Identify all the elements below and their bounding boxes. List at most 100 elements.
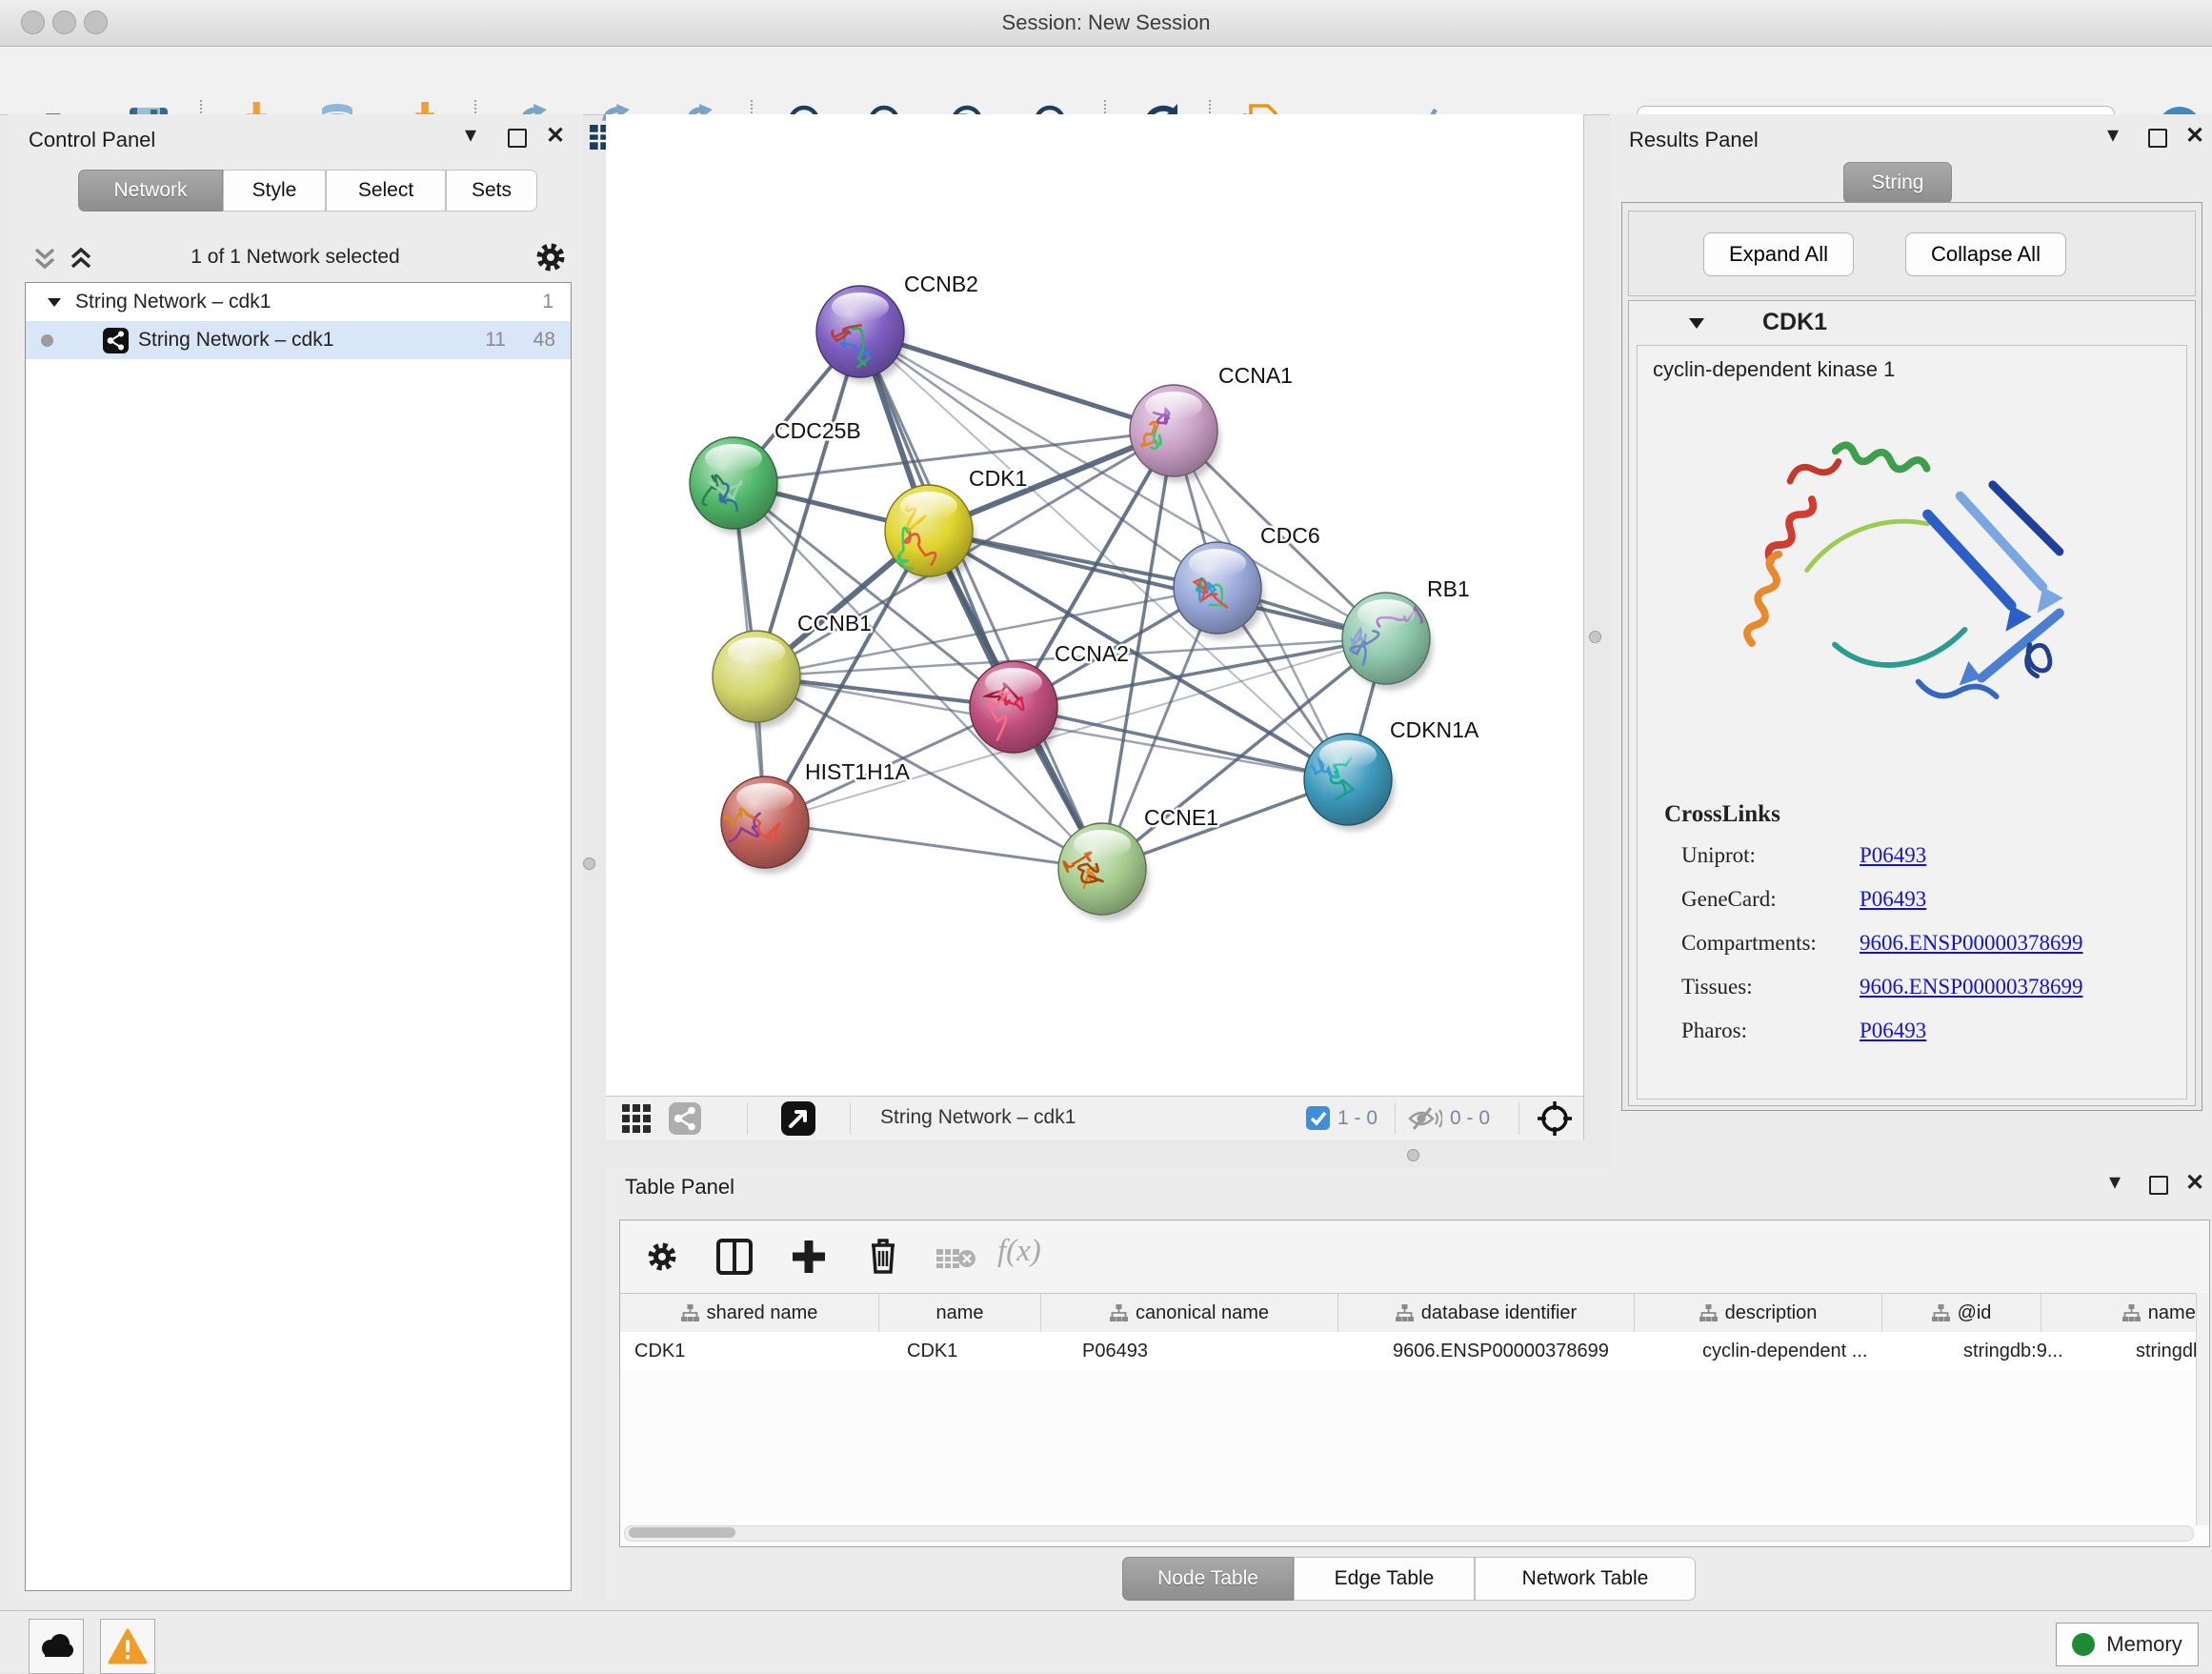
create-column-icon[interactable] [790, 1238, 828, 1276]
close-panel-icon[interactable]: ✕ [2185, 1174, 2204, 1193]
crosslinks-list: Uniprot:P06493GeneCard:P06493Compartment… [1655, 843, 2169, 1062]
node-label-CCNA1: CCNA1 [1218, 363, 1293, 388]
selected-node-edge-counts: 1 - 0 [1337, 1107, 1377, 1130]
collapse-all-button[interactable]: Collapse All [1905, 232, 2066, 276]
results-buttons-box: Expand All Collapse All [1628, 211, 2196, 296]
warning-icon [108, 1628, 148, 1664]
memory-label: Memory [2106, 1632, 2182, 1657]
node-label-CCNB2: CCNB2 [904, 272, 978, 296]
collapse-triangle-icon[interactable] [47, 295, 62, 309]
float-panel-icon[interactable] [508, 129, 527, 148]
crosslink-label: Compartments: [1681, 931, 1817, 956]
crosslink-link[interactable]: P06493 [1860, 843, 1926, 868]
control-panel: Control Panel ▾ ✕ NetworkStyleSelectSets… [8, 114, 583, 1601]
tab-network-table[interactable]: Network Table [1475, 1557, 1696, 1601]
table-tabs: Node TableEdge TableNetwork Table [606, 1557, 2212, 1601]
tab-string[interactable]: String [1843, 162, 1952, 204]
table-panel: Table Panel ▾ ✕ [606, 1167, 2212, 1601]
float-panel-icon[interactable] [2149, 1176, 2168, 1195]
table-panel-title: Table Panel [625, 1175, 734, 1200]
gene-description: cyclin-dependent kinase 1 [1653, 357, 1895, 382]
node-label-HIST1H1A: HIST1H1A [805, 759, 911, 784]
tab-style[interactable]: Style [223, 170, 326, 212]
network-canvas[interactable]: CCNB2CCNA1CDC25BCDK1CDC6RB1CCNB1CCNA2CDK… [606, 114, 1583, 1096]
crosslink-row: Compartments: 9606.ENSP00000378699 [1655, 931, 2169, 975]
close-panel-icon[interactable]: ✕ [2185, 127, 2204, 146]
tab-network[interactable]: Network [78, 170, 223, 212]
tab-select[interactable]: Select [326, 170, 446, 212]
network-edge-CCNB2-CCNE1[interactable] [860, 332, 1102, 869]
cloud-button[interactable] [29, 1619, 84, 1674]
network-row-selected[interactable]: String Network – cdk1 11 48 [26, 321, 571, 359]
network-view-toolbar: String Network – cdk1 1 - 0 0 - 0 [606, 1096, 1583, 1140]
window-title: Session: New Session [0, 10, 2212, 35]
right-splitter-handle[interactable] [1589, 631, 1601, 643]
left-splitter-handle[interactable] [583, 857, 595, 870]
table-gear-icon[interactable] [645, 1240, 679, 1274]
table-cell-description: cyclin-dependent ... [1688, 1332, 1949, 1370]
gene-section: CDK1 cyclin-dependent kinase 1 [1628, 300, 2196, 1106]
hidden-node-edge-counts: 0 - 0 [1450, 1107, 1490, 1130]
warnings-button[interactable] [100, 1619, 155, 1674]
network-node-CCNA1[interactable] [1130, 385, 1220, 482]
network-edge-HIST1H1A-CCNE1[interactable] [765, 822, 1102, 869]
network-label: String Network – cdk1 [138, 329, 462, 352]
string-network-icon [103, 328, 129, 353]
network-node-CDKN1A[interactable] [1304, 734, 1395, 831]
column-header-description[interactable]: description [1635, 1294, 1882, 1332]
crosslink-link[interactable]: 9606.ENSP00000378699 [1860, 931, 2083, 956]
horizontal-scrollbar-thumb[interactable] [629, 1527, 735, 1538]
network-node-CDC6[interactable] [1174, 542, 1264, 639]
network-node-CDK1[interactable] [885, 485, 975, 582]
network-node-CDC25B[interactable] [690, 437, 780, 534]
delete-column-icon[interactable] [864, 1236, 902, 1276]
grid-view-icon[interactable] [621, 1103, 654, 1134]
crosslink-link[interactable]: P06493 [1860, 1019, 1926, 1043]
memory-status-dot [2072, 1633, 2095, 1656]
selected-checkbox-icon[interactable] [1306, 1106, 1330, 1130]
column-header-label: name [935, 1302, 983, 1324]
tab-edge-table[interactable]: Edge Table [1294, 1557, 1475, 1601]
network-thumbnail-icon[interactable] [669, 1102, 701, 1135]
memory-button[interactable]: Memory [2056, 1623, 2199, 1666]
horizontal-splitter-handle[interactable] [1407, 1149, 1419, 1161]
show-columns-icon[interactable] [715, 1238, 754, 1276]
column-header-@id[interactable]: @id [1882, 1294, 2041, 1332]
network-node-CCNE1[interactable] [1058, 823, 1149, 920]
expand-all-button[interactable]: Expand All [1703, 232, 1854, 276]
column-header-canonical-name[interactable]: canonical name [1041, 1294, 1338, 1332]
crosshair-icon[interactable] [1536, 1099, 1574, 1138]
crosslink-link[interactable]: P06493 [1860, 887, 1926, 912]
close-panel-icon[interactable]: ✕ [546, 127, 565, 146]
section-collapse-triangle-icon[interactable] [1688, 316, 1705, 331]
float-panel-icon[interactable] [2148, 129, 2167, 148]
column-header-name[interactable]: name [879, 1294, 1041, 1332]
network-edge-CCNB2-RB1[interactable] [860, 332, 1386, 638]
column-header-namespace[interactable]: namespace [2041, 1294, 2210, 1332]
network-node-HIST1H1A[interactable] [721, 776, 812, 874]
column-tree-icon [1396, 1304, 1414, 1321]
network-tree: String Network – cdk1 1 String Network –… [25, 282, 572, 1591]
crosslink-link[interactable]: 9606.ENSP00000378699 [1860, 975, 2083, 999]
birds-eye-view-icon[interactable] [781, 1101, 815, 1136]
gear-icon[interactable] [533, 240, 568, 274]
network-node-RB1[interactable] [1342, 593, 1433, 690]
network-status-dot [41, 334, 53, 347]
network-edge-CCNB2-CCNA1[interactable] [860, 332, 1174, 431]
table-row[interactable]: CDK1CDK1P064939606.ENSP00000378699cyclin… [620, 1332, 2210, 1370]
vertical-scrollbar[interactable] [2196, 1293, 2209, 1525]
column-header-shared-name[interactable]: shared name [620, 1294, 879, 1332]
horizontal-scrollbar [624, 1525, 2194, 1542]
network-edge-CCNA2-CDKN1A[interactable] [1014, 707, 1348, 779]
panel-menu-icon[interactable]: ▾ [465, 126, 476, 145]
control-panel-title: Control Panel [29, 128, 155, 152]
column-header-database-identifier[interactable]: database identifier [1338, 1294, 1635, 1332]
table-cell-name: CDK1 [893, 1332, 1068, 1370]
panel-menu-icon[interactable]: ▾ [2109, 1173, 2121, 1192]
network-collection-row[interactable]: String Network – cdk1 1 [26, 283, 571, 321]
node-label-CDKN1A: CDKN1A [1390, 717, 1479, 742]
crosslink-label: Pharos: [1681, 1019, 1747, 1043]
tab-sets[interactable]: Sets [446, 170, 537, 212]
panel-menu-icon[interactable]: ▾ [2107, 126, 2119, 145]
tab-node-table[interactable]: Node Table [1122, 1557, 1294, 1601]
